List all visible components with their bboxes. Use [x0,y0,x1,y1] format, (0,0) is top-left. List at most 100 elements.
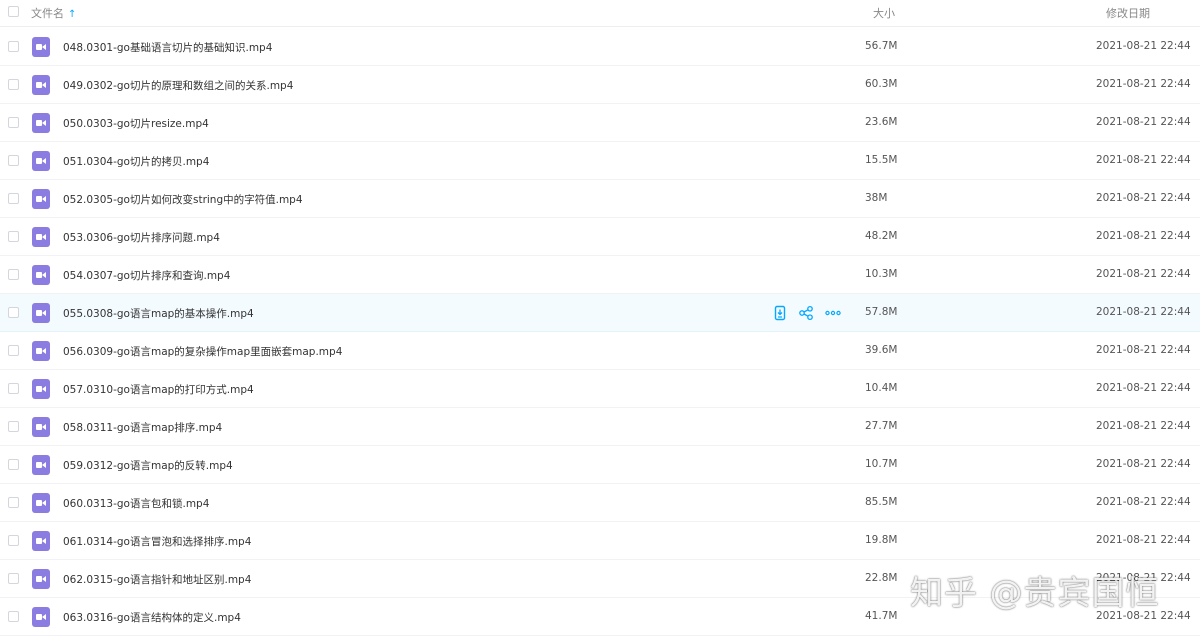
file-date: 2021-08-21 22:44 [1096,78,1191,90]
file-date: 2021-08-21 22:44 [1096,496,1191,508]
video-file-icon [32,569,50,589]
select-all-checkbox[interactable] [8,6,19,17]
file-name[interactable]: 054.0307-go切片排序和查询.mp4 [63,268,230,283]
row-checkbox[interactable] [8,421,19,432]
row-checkbox[interactable] [8,307,19,318]
file-name[interactable]: 061.0314-go语言冒泡和选择排序.mp4 [63,534,251,549]
file-date: 2021-08-21 22:44 [1096,192,1191,204]
row-checkbox[interactable] [8,459,19,470]
row-checkbox[interactable] [8,611,19,622]
file-row[interactable]: 061.0314-go语言冒泡和选择排序.mp4 19.8M 2021-08-21 … [0,522,1200,560]
column-header-size[interactable]: 大小 [873,5,895,21]
file-size: 27.7M [865,420,898,432]
row-checkbox[interactable] [8,497,19,508]
file-row[interactable]: 049.0302-go切片的原理和数组之间的关系.mp4 60.3M 2021-08… [0,66,1200,104]
file-size: 22.8M [865,572,898,584]
file-date: 2021-08-21 22:44 [1096,116,1191,128]
row-checkbox[interactable] [8,41,19,52]
file-row[interactable]: 054.0307-go切片排序和查询.mp4 10.3M 2021-08-21 22… [0,256,1200,294]
video-file-icon [32,379,50,399]
row-checkbox[interactable] [8,535,19,546]
video-file-icon [32,151,50,171]
file-size: 56.7M [865,40,898,52]
share-icon[interactable] [798,305,814,321]
file-size: 85.5M [865,496,898,508]
file-size: 15.5M [865,154,898,166]
file-date: 2021-08-21 22:44 [1096,268,1191,280]
file-date: 2021-08-21 22:44 [1096,420,1191,432]
row-checkbox[interactable] [8,79,19,90]
file-name[interactable]: 062.0315-go语言指针和地址区别.mp4 [63,572,251,587]
file-name[interactable]: 058.0311-go语言map排序.mp4 [63,420,222,435]
video-file-icon [32,455,50,475]
file-name[interactable]: 059.0312-go语言map的反转.mp4 [63,458,233,473]
arrow-up-icon: ↑ [68,9,77,20]
file-row[interactable]: 052.0305-go切片如何改变string中的字符值.mp4 38M 2021-… [0,180,1200,218]
file-date: 2021-08-21 22:44 [1096,382,1191,394]
file-size: 39.6M [865,344,898,356]
file-name[interactable]: 055.0308-go语言map的基本操作.mp4 [63,306,254,321]
video-file-icon [32,531,50,551]
file-size: 57.8M [865,306,898,318]
row-checkbox[interactable] [8,345,19,356]
column-header-name[interactable]: 文件名 ↑ [31,5,76,21]
file-size: 10.7M [865,458,898,470]
file-row[interactable]: 059.0312-go语言map的反转.mp4 10.7M 2021-08-21 2… [0,446,1200,484]
file-list: 048.0301-go基础语言切片的基础知识.mp4 56.7M 2021-08-2… [0,28,1200,636]
file-date: 2021-08-21 22:44 [1096,40,1191,52]
file-date: 2021-08-21 22:44 [1096,344,1191,356]
video-file-icon [32,75,50,95]
row-checkbox[interactable] [8,117,19,128]
file-size: 38M [865,192,888,204]
file-date: 2021-08-21 22:44 [1096,154,1191,166]
zhihu-watermark: 知乎 @贵宾国恒 [910,573,1160,612]
download-icon[interactable] [772,305,788,321]
file-name[interactable]: 060.0313-go语言包和锁.mp4 [63,496,209,511]
file-date: 2021-08-21 22:44 [1096,306,1191,318]
video-file-icon [32,189,50,209]
file-name[interactable]: 052.0305-go切片如何改变string中的字符值.mp4 [63,192,303,207]
file-name[interactable]: 057.0310-go语言map的打印方式.mp4 [63,382,254,397]
file-row[interactable]: 056.0309-go语言map的复杂操作map里面嵌套map.mp4 39.6M… [0,332,1200,370]
video-file-icon [32,265,50,285]
column-header-date[interactable]: 修改日期 [1106,5,1150,21]
column-header-name-label: 文件名 [31,7,64,20]
file-size: 23.6M [865,116,898,128]
video-file-icon [32,417,50,437]
video-file-icon [32,37,50,57]
file-name[interactable]: 051.0304-go切片的拷贝.mp4 [63,154,209,169]
video-file-icon [32,341,50,361]
row-checkbox[interactable] [8,231,19,242]
file-name[interactable]: 063.0316-go语言结构体的定义.mp4 [63,610,241,625]
video-file-icon [32,607,50,627]
file-name[interactable]: 056.0309-go语言map的复杂操作map里面嵌套map.mp4 [63,344,342,359]
file-name[interactable]: 049.0302-go切片的原理和数组之间的关系.mp4 [63,78,293,93]
file-row[interactable]: 048.0301-go基础语言切片的基础知识.mp4 56.7M 2021-08-2… [0,28,1200,66]
file-row[interactable]: 051.0304-go切片的拷贝.mp4 15.5M 2021-08-21 22:4… [0,142,1200,180]
row-checkbox[interactable] [8,193,19,204]
row-checkbox[interactable] [8,155,19,166]
file-size: 41.7M [865,610,898,622]
video-file-icon [32,113,50,133]
video-file-icon [32,493,50,513]
more-icon[interactable] [825,305,841,321]
file-row[interactable]: 057.0310-go语言map的打印方式.mp4 10.4M 2021-08-21… [0,370,1200,408]
file-row[interactable]: 053.0306-go切片排序问题.mp4 48.2M 2021-08-21 22:… [0,218,1200,256]
file-name[interactable]: 053.0306-go切片排序问题.mp4 [63,230,220,245]
file-date: 2021-08-21 22:44 [1096,458,1191,470]
file-name[interactable]: 050.0303-go切片resize.mp4 [63,116,209,131]
file-date: 2021-08-21 22:44 [1096,230,1191,242]
row-checkbox[interactable] [8,383,19,394]
file-row[interactable]: 050.0303-go切片resize.mp4 23.6M 2021-08-21 2… [0,104,1200,142]
video-file-icon [32,227,50,247]
file-size: 10.4M [865,382,898,394]
file-size: 60.3M [865,78,898,90]
file-row[interactable]: 060.0313-go语言包和锁.mp4 85.5M 2021-08-21 22:4… [0,484,1200,522]
file-row-hovered[interactable]: 055.0308-go语言map的基本操作.mp4 57.8M 2021-08-2… [0,294,1200,332]
file-date: 2021-08-21 22:44 [1096,534,1191,546]
file-row[interactable]: 058.0311-go语言map排序.mp4 27.7M 2021-08-21 22… [0,408,1200,446]
row-checkbox[interactable] [8,269,19,280]
file-size: 19.8M [865,534,898,546]
file-name[interactable]: 048.0301-go基础语言切片的基础知识.mp4 [63,40,272,55]
row-checkbox[interactable] [8,573,19,584]
